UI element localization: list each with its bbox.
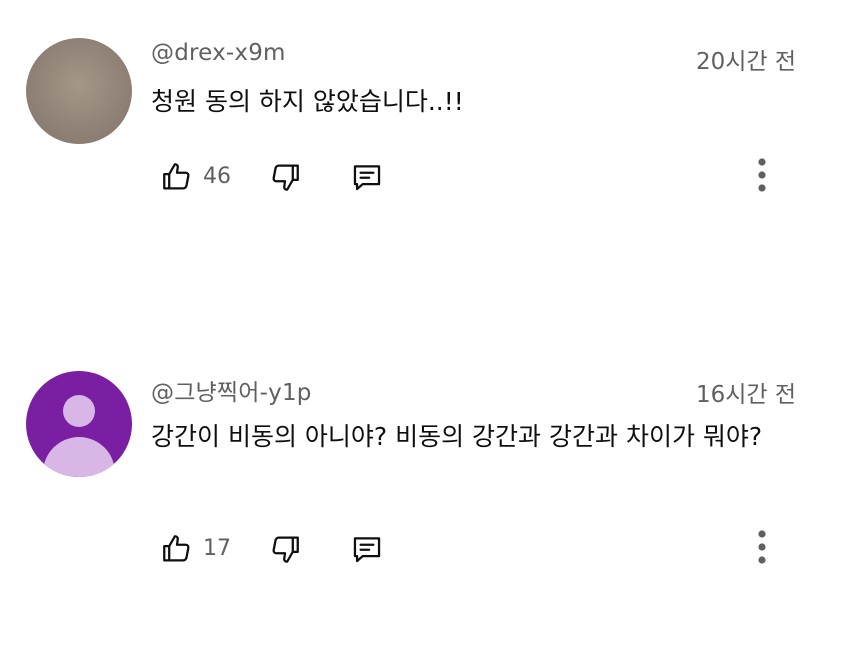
more-vertical-icon[interactable] <box>755 158 769 194</box>
avatar-person-head <box>63 395 95 427</box>
comment-item: @그냥찍어-y1p 16시간 전 강간이 비동의 아니야? 비동의 강간과 강간… <box>0 340 850 655</box>
comment-icon[interactable] <box>350 160 384 194</box>
more-vertical-icon[interactable] <box>755 530 769 566</box>
avatar-person-body <box>43 437 115 477</box>
like-count: 46 <box>203 164 231 189</box>
comment-author[interactable]: @그냥찍어-y1p <box>151 373 312 407</box>
comment-icon[interactable] <box>350 532 384 566</box>
thumbs-down-icon[interactable] <box>268 532 302 566</box>
like-count: 17 <box>203 536 231 561</box>
comment-actions: 17 <box>0 528 850 568</box>
comment-timestamp: 16시간 전 <box>695 382 796 408</box>
comment-author[interactable]: @drex-x9m <box>151 40 286 66</box>
comment-text: 청원 동의 하지 않았습니다..!! <box>151 87 464 116</box>
thumbs-up-icon[interactable] <box>160 160 194 194</box>
comment-text: 강간이 비동의 아니야? 비동의 강간과 강간과 차이가 뭐야? <box>151 422 763 451</box>
thumbs-down-icon[interactable] <box>268 160 302 194</box>
comment-timestamp: 20시간 전 <box>695 49 796 75</box>
avatar[interactable] <box>26 371 132 477</box>
avatar[interactable] <box>26 38 132 144</box>
comment-actions: 46 <box>0 156 850 196</box>
comment-item: @drex-x9m 20시간 전 청원 동의 하지 않았습니다..!! 46 <box>0 0 850 300</box>
thumbs-up-icon[interactable] <box>160 532 194 566</box>
